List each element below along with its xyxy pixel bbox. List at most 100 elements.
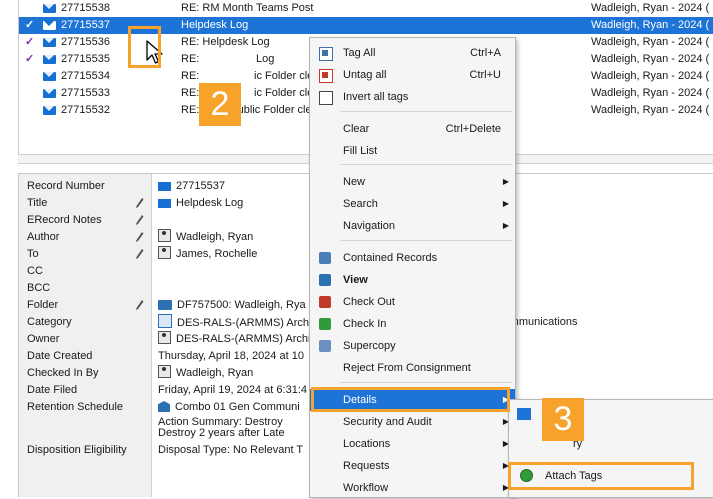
record-title: RE: RM Month Teams Post [181,2,314,14]
menu-item-view[interactable]: View [310,269,515,291]
envelope-icon [43,106,56,115]
property-value: DF757500: Wadleigh, Rya [158,297,306,314]
menu-item-reject-from-consignment[interactable]: Reject From Consignment [310,357,515,379]
menu-item-label: Reject From Consignment [343,362,471,374]
menu-item-untag-all[interactable]: Untag all Ctrl+U [310,64,515,86]
menu-item-requests[interactable]: Requests ▶ [310,455,515,477]
envelope-icon [158,182,171,191]
record-title: Helpdesk Log [181,19,249,31]
envelope-icon [43,4,56,13]
menu-item-label: Supercopy [343,340,396,352]
untag-icon [319,69,333,83]
record-number: 27715532 [61,104,110,116]
menu-item-fill-list[interactable]: Fill List [310,140,515,162]
submenu-item-icon [517,408,531,420]
bank-icon [158,401,170,412]
record-title: RE: [181,53,200,65]
property-label: Author [27,231,60,243]
record-row[interactable]: 27715538 RE: RM Month Teams Post Wadleig… [19,0,713,17]
property-value-text: Combo 01 Gen Communi [175,401,300,413]
property-value-text: DF757500: Wadleigh, Rya [177,299,306,311]
record-owner: Wadleigh, Ryan - 2024 ( [591,70,710,82]
menu-item-invert-all-tags[interactable]: Invert all tags [310,86,515,108]
menu-item-check-out[interactable]: Check Out [310,291,515,313]
menu-item-shortcut: Ctrl+U [469,69,501,81]
view-icon [319,274,331,286]
property-label: To [27,248,39,260]
record-number: 27715537 [61,19,110,31]
category-icon [158,314,172,328]
menu-item-label: Tag All [343,47,376,59]
property-label: BCC [27,282,51,294]
tag-check-icon: ✓ [25,53,35,65]
property-value: DES-RALS-(ARMMS) Archi [158,314,311,332]
menu-item-clear[interactable]: Clear Ctrl+Delete [310,118,515,140]
envelope-icon [43,89,56,98]
property-value-text: Wadleigh, Ryan [176,367,254,379]
record-owner: Wadleigh, Ryan - 2024 ( [591,2,710,14]
property-label: Record Number [27,180,105,192]
property-value-text: Thursday, April 18, 2024 at 10 [158,350,304,362]
menu-item-label: Search [343,198,378,210]
record-number: 27715538 [61,2,110,14]
tag-check-icon: ✓ [25,19,35,31]
menu-separator [340,240,512,241]
property-label: Date Created [27,350,93,362]
menu-item-security-and-audit[interactable]: Security and Audit ▶ [310,411,515,433]
property-label: ERecord Notes [27,214,102,226]
menu-item-label: Requests [343,460,390,472]
envelope-icon [43,55,56,64]
property-label: Title [27,197,48,209]
menu-item-label: Contained Records [343,252,438,264]
record-number: 27715536 [61,36,110,48]
record-owner: Wadleigh, Ryan - 2024 ( [591,104,710,116]
folder-icon [158,300,172,310]
person-icon [158,246,171,259]
property-value-text: Helpdesk Log [176,197,244,209]
record-row-selected[interactable]: ✓ 27715537 Helpdesk Log Wadleigh, Ryan -… [19,17,713,34]
person-icon [158,365,171,378]
attach-tags-highlight-frame [508,462,694,490]
edit-pencil-icon[interactable] [135,197,144,209]
menu-separator [340,382,512,383]
record-number: 27715533 [61,87,110,99]
menu-item-locations[interactable]: Locations ▶ [310,433,515,455]
property-value-text: Friday, April 19, 2024 at 6:31:4 [158,384,307,396]
check-in-icon [319,318,331,330]
menu-item-supercopy[interactable]: Supercopy [310,335,515,357]
person-icon [158,229,171,242]
menu-item-shortcut: Ctrl+Delete [445,123,501,135]
record-number: 27715535 [61,53,110,65]
property-value-text: James, Rochelle [176,248,258,260]
edit-pencil-icon[interactable] [135,231,144,243]
menu-item-label: Check Out [343,296,395,308]
menu-item-check-in[interactable]: Check In [310,313,515,335]
invert-tags-icon [319,91,333,105]
record-title: RE: Helpdesk Log [181,36,270,48]
tag-check-icon: ✓ [25,36,35,48]
edit-pencil-icon[interactable] [135,248,144,260]
edit-pencil-icon[interactable] [135,214,144,226]
property-value-text: Disposal Type: No Relevant T [158,444,304,456]
property-label: Category [27,316,72,328]
record-title-tail: ic Folder cle [254,87,314,99]
property-value-text: Wadleigh, Ryan [176,231,254,243]
menu-separator [340,164,512,165]
menu-item-label: Check In [343,318,387,330]
menu-item-tag-all[interactable]: Tag All Ctrl+A [310,42,515,64]
property-label: Folder [27,299,59,311]
menu-item-label: Invert all tags [343,91,409,103]
property-label: Disposition Eligibility [27,444,127,456]
menu-item-new[interactable]: New ▶ [310,171,515,193]
menu-item-label: Untag all [343,69,387,81]
tag-icon [319,47,333,61]
property-value: Helpdesk Log [158,195,243,212]
contained-records-icon [319,252,331,264]
menu-item-navigation[interactable]: Navigation ▶ [310,215,515,237]
record-owner: Wadleigh, Ryan - 2024 ( [591,36,710,48]
edit-pencil-icon[interactable] [135,299,144,311]
menu-item-search[interactable]: Search ▶ [310,193,515,215]
envelope-icon [43,38,56,47]
cursor-highlight-frame [128,26,161,68]
menu-item-contained-records[interactable]: Contained Records [310,247,515,269]
